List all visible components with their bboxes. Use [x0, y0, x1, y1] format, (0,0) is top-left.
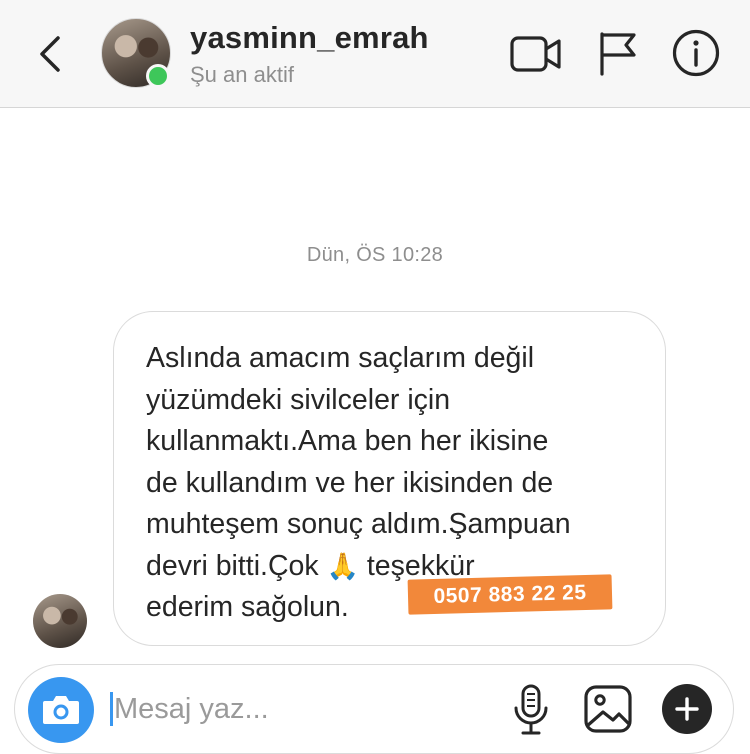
message-timestamp: Dün, ÖS 10:28 [306, 244, 444, 266]
active-status-text: Şu an aktif [190, 62, 294, 87]
message-fragment: devri bitti.Çok [146, 549, 319, 582]
message-input[interactable] [114, 688, 494, 730]
message-line: yüzümdeki sivilceler için [146, 383, 451, 416]
microphone-icon[interactable] [513, 684, 549, 736]
info-icon[interactable] [672, 29, 720, 77]
flag-icon[interactable] [598, 30, 638, 76]
message-fragment: teşekkür [366, 549, 475, 582]
message-line: muhteşem sonuç aldım.Şampuan [146, 508, 571, 540]
camera-icon [43, 696, 79, 724]
chat-username[interactable]: yasminn_emrah [190, 20, 429, 56]
message-line: kullanmaktı.Ama ben her ikisine [146, 425, 549, 457]
phone-number-overlay: 0507 883 22 25 [407, 574, 613, 615]
gallery-icon[interactable] [583, 684, 633, 734]
camera-button[interactable] [28, 677, 94, 743]
praying-hands-emoji: 🙏 [326, 550, 359, 581]
plus-icon [675, 697, 699, 721]
chat-header: yasminn_emrah Şu an aktif [0, 0, 750, 108]
sender-avatar[interactable] [33, 594, 87, 648]
video-call-icon[interactable] [510, 34, 562, 74]
message-line: de kullandım ve her ikisinden de [146, 466, 554, 499]
message-line: Aslında amacım saçlarım değil [146, 342, 535, 374]
text-cursor [110, 692, 113, 726]
active-status-dot [146, 64, 170, 88]
add-button[interactable] [662, 684, 712, 734]
back-chevron-icon[interactable] [34, 34, 68, 74]
